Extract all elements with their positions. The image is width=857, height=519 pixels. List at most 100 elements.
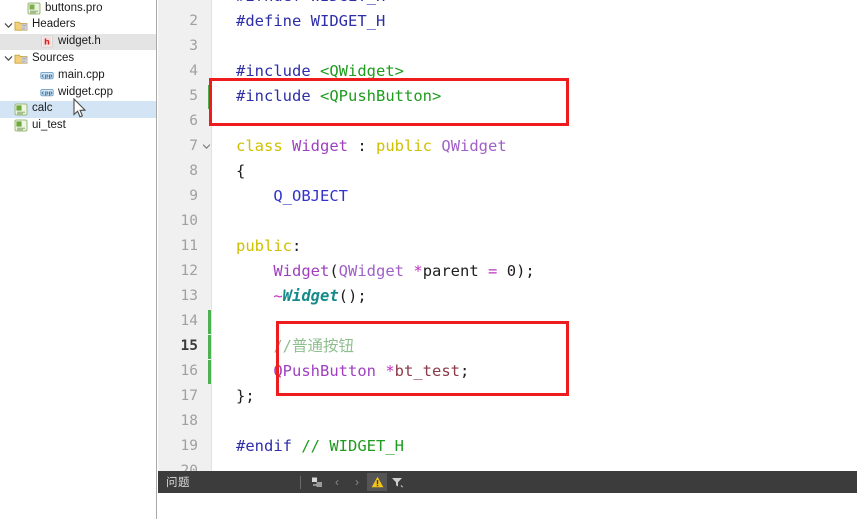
previous-item-glyph: ‹	[335, 475, 339, 489]
code-line-20[interactable]: 20	[158, 459, 857, 471]
pro-file-icon	[27, 2, 41, 15]
code-text: Widget(QWidget *parent = 0);	[273, 262, 535, 280]
line-number: 7	[189, 138, 198, 154]
change-marker	[208, 335, 211, 359]
tree-item-label: widget.cpp	[58, 85, 113, 98]
change-marker	[208, 360, 211, 384]
code-text: class Widget : public QWidget	[236, 137, 507, 155]
line-number: 11	[180, 238, 198, 254]
line-number: 6	[189, 113, 198, 129]
code-line-12[interactable]: 12 Widget(QWidget *parent = 0);	[158, 259, 857, 284]
line-number: 19	[180, 438, 198, 454]
line-number: 13	[180, 288, 198, 304]
code-text: ~Widget();	[273, 287, 367, 305]
code-line-6[interactable]: 6	[158, 109, 857, 134]
tree-item-label: buttons.pro	[45, 1, 103, 14]
code-line-13[interactable]: 13 ~Widget();	[158, 284, 857, 309]
tree-item-widget-cpp[interactable]: cpp widget.cpp	[0, 84, 156, 101]
code-editor-area[interactable]: 1 #ifndef WIDGET_H 2 #define WIDGET_H 3 4 #inc…	[158, 0, 857, 471]
text-caret	[209, 87, 211, 107]
svg-text:cpp: cpp	[42, 90, 53, 96]
problems-output-bar[interactable]: 问题 ‹ ›	[158, 471, 857, 493]
output-panel	[158, 493, 857, 519]
tree-item-label: Headers	[32, 18, 76, 31]
code-line-17[interactable]: 17};	[158, 384, 857, 409]
code-line-16[interactable]: 16 QPushButton *bt_test;	[158, 359, 857, 384]
filter-icon[interactable]	[387, 473, 407, 491]
svg-text:h: h	[44, 38, 50, 47]
code-line-10[interactable]: 10	[158, 209, 857, 234]
tree-item-widget-h[interactable]: h widget.h	[0, 33, 156, 51]
code-line-15[interactable]: 15 //普通按钮	[158, 334, 857, 359]
tree-item-main-cpp[interactable]: cpp main.cpp	[0, 67, 156, 84]
line-number: 1	[158, 0, 198, 9]
code-line-3[interactable]: 3	[158, 34, 857, 59]
line-number: 4	[189, 63, 198, 79]
project-icon	[14, 103, 28, 116]
code-text: #include <QPushButton>	[236, 87, 442, 105]
code-line-4[interactable]: 4 #include <QWidget>	[158, 59, 857, 84]
line-number: 15	[180, 338, 198, 354]
code-line-1[interactable]: 1 #ifndef WIDGET_H	[158, 0, 857, 9]
warning-filter-icon[interactable]	[367, 473, 387, 491]
tree-item-headers[interactable]: Headers	[0, 17, 156, 34]
line-number: 16	[180, 363, 198, 379]
project-tree-panel[interactable]: buttons.pro Headers h widget.h Sources cpp mai…	[0, 0, 157, 519]
code-text: Q_OBJECT	[273, 187, 348, 205]
code-text: };	[236, 387, 255, 405]
filter-by-category-icon[interactable]	[307, 473, 327, 491]
previous-item-icon[interactable]: ‹	[327, 473, 347, 491]
tree-item-calc[interactable]: calc	[0, 100, 156, 118]
tree-item-ui-test[interactable]: ui_test	[0, 118, 156, 135]
fold-marker-icon[interactable]	[201, 134, 211, 161]
code-line-9[interactable]: 9 Q_OBJECT	[158, 184, 857, 209]
line-number: 18	[180, 413, 198, 429]
code-line-2[interactable]: 2 #define WIDGET_H	[158, 9, 857, 34]
code-line-18[interactable]: 18	[158, 409, 857, 434]
code-line-7[interactable]: 7 class Widget : public QWidget	[158, 134, 857, 159]
next-item-glyph: ›	[355, 475, 359, 489]
cpp-file-icon: cpp	[40, 69, 54, 82]
tree-item-label: Sources	[32, 52, 75, 65]
line-number: 3	[189, 38, 198, 54]
code-line-11[interactable]: 11 public:	[158, 234, 857, 259]
line-number: 12	[180, 263, 198, 279]
problems-tab-label[interactable]: 问题	[158, 474, 190, 490]
code-text: #ifndef WIDGET_H	[236, 0, 385, 9]
change-marker	[208, 310, 211, 334]
svg-text:cpp: cpp	[42, 74, 53, 80]
code-text: {	[236, 162, 246, 180]
line-number: 10	[180, 213, 198, 229]
code-line-14[interactable]: 14	[158, 309, 857, 334]
chevron-down-icon[interactable]	[2, 54, 14, 63]
folder-sources-icon	[14, 52, 28, 65]
line-number: 20	[180, 463, 198, 471]
code-line-5[interactable]: 5 #include <QPushButton>	[158, 84, 857, 109]
tree-item-label: widget.h	[58, 35, 101, 48]
cpp-file-icon: cpp	[40, 86, 54, 99]
line-number: 8	[189, 163, 198, 179]
code-line-19[interactable]: 19 #endif // WIDGET_H	[158, 434, 857, 459]
tree-item-sources[interactable]: Sources	[0, 50, 156, 67]
code-text: #endif // WIDGET_H	[236, 437, 404, 455]
next-item-icon[interactable]: ›	[347, 473, 367, 491]
toolbar-separator	[300, 475, 301, 489]
line-number: 9	[189, 188, 198, 204]
code-text: //普通按钮	[273, 337, 354, 355]
tree-item-label: calc	[32, 102, 53, 115]
line-number: 2	[189, 13, 198, 29]
tree-item-label: main.cpp	[58, 68, 105, 81]
chevron-down-icon[interactable]	[2, 21, 14, 30]
code-text: QPushButton *bt_test;	[273, 362, 470, 380]
folder-headers-icon	[14, 19, 28, 32]
line-number: 14	[180, 313, 198, 329]
code-text: #include <QWidget>	[236, 62, 404, 80]
code-line-8[interactable]: 8{	[158, 159, 857, 184]
code-text: #define WIDGET_H	[236, 12, 386, 30]
header-file-icon: h	[40, 35, 54, 48]
tree-item-buttons-pro[interactable]: buttons.pro	[0, 0, 156, 17]
line-number: 5	[189, 88, 198, 104]
qt-creator-window: buttons.pro Headers h widget.h Sources cpp mai…	[0, 0, 857, 519]
line-number: 17	[180, 388, 198, 404]
project-icon	[14, 119, 28, 132]
